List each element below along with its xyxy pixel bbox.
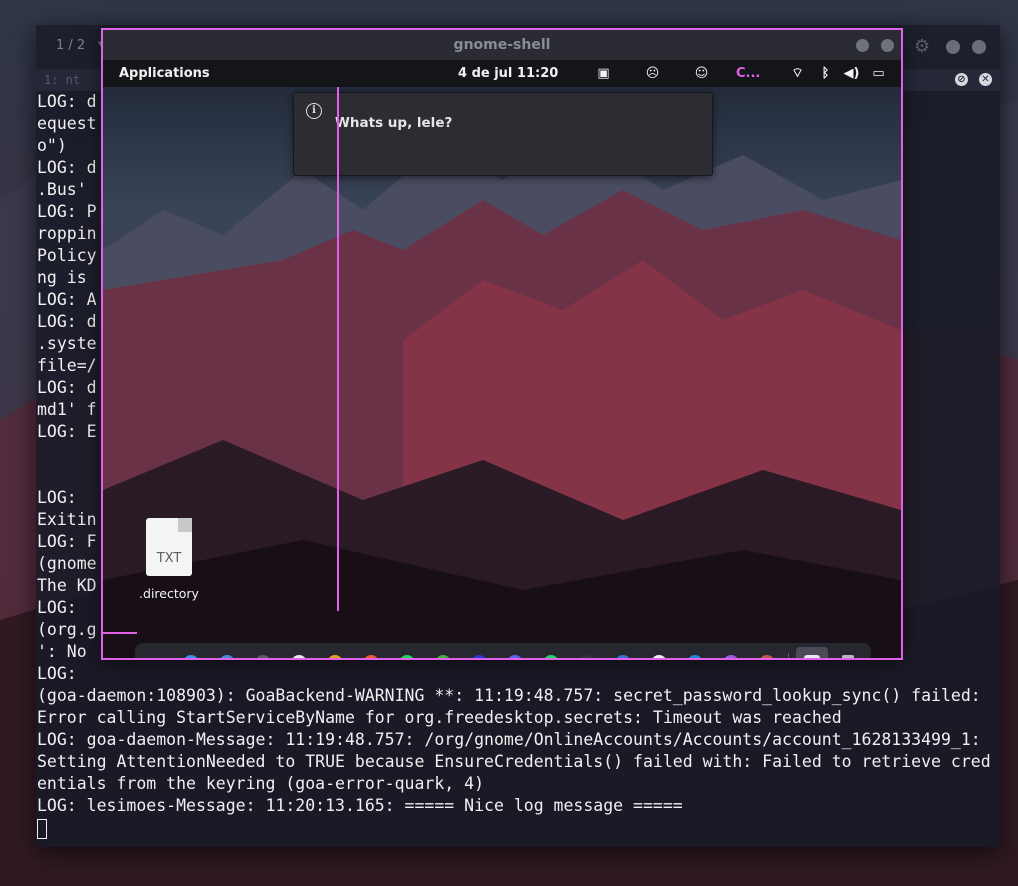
gnome-shell-titlebar[interactable]: gnome-shell	[103, 30, 901, 60]
terminal-line: (goa-daemon:108903): GoaBackend-WARNING …	[37, 686, 981, 705]
close-button[interactable]	[881, 39, 894, 52]
terminal-line: .Bus'	[37, 180, 87, 199]
gnome-topbar: Applications 4 de jul 11:20 ▣ ☹ ☺ C... ⌔…	[103, 60, 901, 87]
clock[interactable]: 4 de jul 11:20	[458, 60, 558, 87]
gimp-icon[interactable]: ◐	[759, 655, 775, 658]
notification-banner[interactable]: i Whats up, lele?	[293, 92, 713, 176]
spotify-icon[interactable]: ≡	[399, 655, 415, 658]
dock: ⋮⋮ ● ✔ ● ◷ ◉ ▦ ≡ ◕ ▶ ◉ ✆ ✲ S ✣ ◀ ◎ ◐ ▣ ▯	[135, 643, 871, 658]
terminal-line: LOG:	[37, 488, 77, 507]
text-file-icon: TXT	[146, 518, 192, 576]
terminal-line: entials from the keyring (goa-error-quar…	[37, 774, 485, 793]
minimize-button[interactable]	[856, 39, 869, 52]
calendar-icon[interactable]: ▦	[363, 655, 379, 658]
terminal-line: LOG: goa-daemon-Message: 11:19:48.757: /…	[37, 730, 981, 749]
terminal-line: ': No	[37, 642, 87, 661]
discord-icon[interactable]: ◉	[507, 655, 523, 658]
terminal-line: roppin	[37, 224, 97, 243]
bluetooth-icon[interactable]: ᛒ	[817, 65, 834, 82]
terminal-line: md1' f	[37, 400, 97, 419]
sad-face-icon[interactable]: ☹	[644, 65, 661, 82]
window-switcher-icon[interactable]: ▣	[595, 65, 612, 82]
terminal-line: Error calling StartServiceByName for org…	[37, 708, 842, 727]
dock-separator	[788, 653, 789, 658]
terminal-cursor	[37, 819, 47, 839]
terminal-line: ng is	[37, 268, 87, 287]
document-viewer-icon[interactable]: ▣	[804, 655, 820, 658]
chrome-icon[interactable]: ◉	[327, 655, 343, 658]
simplenote-icon[interactable]: S	[615, 655, 631, 658]
dark-circle-icon[interactable]: ●	[255, 655, 271, 658]
tab-detach-icon[interactable]: ⊘	[955, 73, 968, 86]
terminal-line: Exitin	[37, 510, 97, 529]
tasks-icon[interactable]: ✔	[219, 655, 235, 658]
whatsapp-icon[interactable]: ✆	[543, 655, 559, 658]
media-player-icon[interactable]: ▶	[471, 655, 487, 658]
fan-icon[interactable]: ✲	[579, 655, 595, 658]
file-name: .directory	[139, 586, 199, 601]
terminal-line: LOG: F	[37, 532, 97, 551]
battery-icon[interactable]: ▭	[870, 65, 887, 82]
close-button[interactable]	[972, 40, 986, 54]
face-icon[interactable]: ☺	[693, 65, 710, 82]
terminal-line: LOG:	[37, 598, 77, 617]
clock-icon[interactable]: ◷	[291, 655, 307, 658]
tab-counter[interactable]: 1 / 2 ▼	[50, 35, 106, 57]
terminal-line: o")	[37, 136, 67, 155]
applications-menu[interactable]: Applications	[119, 60, 210, 87]
vscode-icon[interactable]: ◀	[687, 655, 703, 658]
tab-close-icon[interactable]: ✕	[979, 73, 992, 86]
minimize-button[interactable]	[946, 40, 960, 54]
volume-icon[interactable]: ◀)	[843, 65, 860, 82]
overlay-guide-line	[337, 87, 339, 611]
terminal-line: LOG:	[37, 664, 77, 683]
app-grid-icon[interactable]: ⋮⋮	[148, 655, 172, 658]
terminal-line: file=/	[37, 356, 97, 375]
desktop-file[interactable]: TXT .directory	[137, 518, 201, 601]
wifi-icon[interactable]: ⌔	[789, 65, 806, 82]
color-picker-icon[interactable]: ◎	[723, 655, 739, 658]
gear-icon[interactable]: ⚙	[914, 36, 930, 57]
terminal-line: The KD	[37, 576, 97, 595]
gnome-shell-window[interactable]: gnome-shell Applications 4 de jul 11:20 …	[101, 28, 903, 660]
terminal-line: LOG: A	[37, 290, 97, 309]
overlay-guide-line	[103, 632, 137, 634]
tray-indicator[interactable]: C...	[736, 60, 760, 87]
photos-icon[interactable]: ◕	[435, 655, 451, 658]
window-title: gnome-shell	[453, 37, 551, 53]
finder-icon[interactable]: ●	[183, 655, 199, 658]
nested-desktop: Applications 4 de jul 11:20 ▣ ☹ ☺ C... ⌔…	[103, 60, 901, 658]
terminal-line: Setting AttentionNeeded to TRUE because …	[37, 752, 991, 771]
tab-1[interactable]: 1: nt	[36, 69, 88, 91]
info-icon: i	[306, 103, 322, 119]
terminal-line: LOG: lesimoes-Message: 11:20:13.165: ===…	[37, 796, 683, 815]
trash-icon[interactable]: ▯	[842, 655, 854, 658]
notification-text: Whats up, lele?	[335, 115, 453, 131]
slack-icon[interactable]: ✣	[651, 655, 667, 658]
